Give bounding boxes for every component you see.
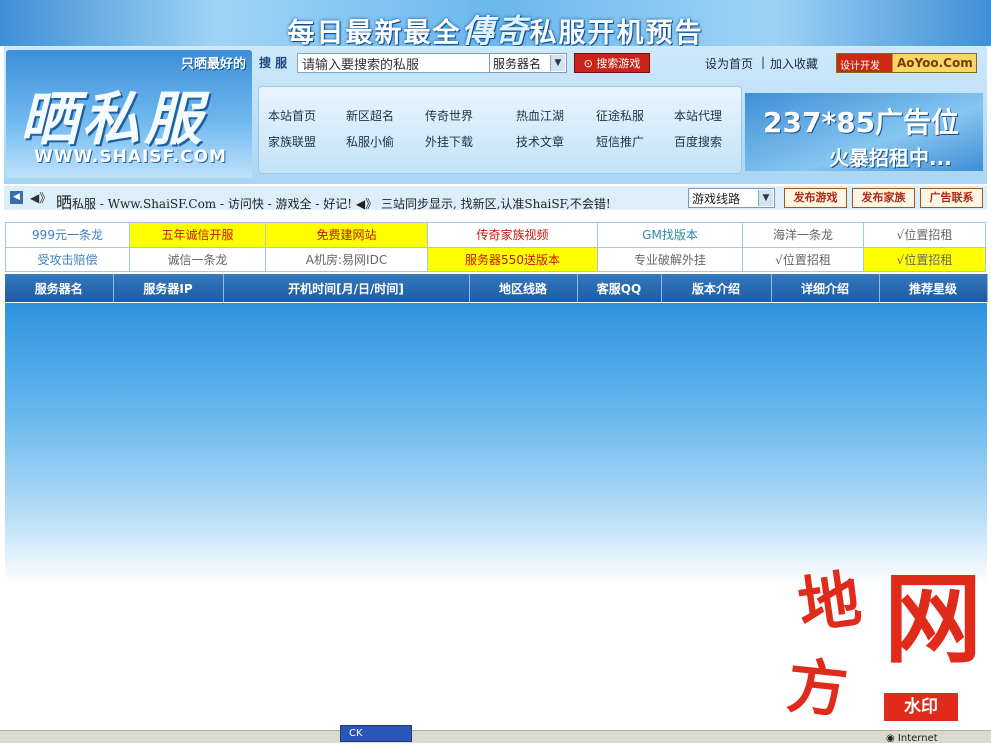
ticker-text: 晒私服 - Www.ShaiSF.Com - 访问快 - 游戏全 - 好记! ◀… xyxy=(56,193,611,212)
add-favorite-link[interactable]: 加入收藏 xyxy=(770,55,818,72)
nav-item[interactable]: 本站代理 xyxy=(674,107,722,124)
text-ad-link[interactable]: √位置招租 xyxy=(863,222,986,248)
taskbar xyxy=(0,730,991,743)
route-select[interactable]: 游戏线路 ▼ xyxy=(688,188,775,208)
top-banner: 每日最新最全傳奇私服开机预告 xyxy=(0,0,991,50)
search-button[interactable]: ⊙ 搜索游戏 xyxy=(574,53,650,73)
text-ad-link[interactable]: 专业破解外挂 xyxy=(597,246,743,272)
watermark-char: 方 xyxy=(783,651,851,727)
text-ad-link[interactable]: 免费建网站 xyxy=(265,222,428,248)
text-ad-link[interactable]: √位置招租 xyxy=(863,246,986,272)
text-ad-link[interactable]: 受攻击赔偿 xyxy=(5,246,130,272)
text-ads-grid: 999元一条龙 五年诚信开服 免费建网站 传奇家族视频 GM找版本 海洋一条龙 … xyxy=(5,222,986,272)
speaker-icon: ◀ xyxy=(10,191,23,204)
logo-name: 晒私服 xyxy=(20,85,207,153)
search-type-select[interactable]: 服务器名 ▼ xyxy=(489,53,567,73)
column-header-details: 详细介绍 xyxy=(771,274,880,302)
ad-slot-status: 火暴招租中... xyxy=(829,146,952,170)
text-ad-link[interactable]: A机房:易网IDC xyxy=(265,246,428,272)
nav-item[interactable]: 热血江湖 xyxy=(516,107,564,124)
link-separator: | xyxy=(761,55,766,69)
ad-slot-size: 237*85广告位 xyxy=(763,106,960,139)
column-header-ip: 服务器IP xyxy=(113,274,224,302)
text-ad-link[interactable]: 诚信一条龙 xyxy=(129,246,266,272)
column-header-region: 地区线路 xyxy=(469,274,578,302)
watermark-badge: 水印 xyxy=(884,693,958,721)
chevron-down-icon: ▼ xyxy=(550,55,565,71)
sound-icon: ◀》 xyxy=(30,191,52,205)
table-row: 受攻击赔偿 诚信一条龙 A机房:易网IDC 服务器550送版本 专业破解外挂 √… xyxy=(5,246,986,272)
nav-item[interactable]: 传奇世界 xyxy=(425,107,473,124)
text-ad-link[interactable]: √位置招租 xyxy=(742,246,864,272)
publish-family-button[interactable]: 发布家族 xyxy=(852,188,915,208)
nav-item[interactable]: 外挂下载 xyxy=(425,133,473,150)
main-nav: 本站首页 新区超名 传奇世界 热血江湖 征途私服 本站代理 家族联盟 私服小偷 … xyxy=(258,86,742,174)
watermark-char: 网 xyxy=(884,562,983,677)
text-ad-link[interactable]: 海洋一条龙 xyxy=(742,222,864,248)
ticker-bar: ◀ ◀》 晒私服 - Www.ShaiSF.Com - 访问快 - 游戏全 - … xyxy=(4,186,987,212)
taskbar-button[interactable]: CK xyxy=(340,725,412,742)
text-ad-link[interactable]: 服务器550送版本 xyxy=(427,246,598,272)
text-ad-link[interactable]: 999元一条龙 xyxy=(5,222,130,248)
watermark-char: 地 xyxy=(793,561,866,643)
sound-icon: ◀》 xyxy=(355,197,378,211)
search-label: 搜 服 xyxy=(259,56,288,70)
logo-url: WWW.SHAISF.COM xyxy=(34,147,227,167)
column-header-name: 服务器名 xyxy=(5,274,114,302)
nav-item[interactable]: 短信推广 xyxy=(596,133,644,150)
ad-contact-button[interactable]: 广告联系 xyxy=(920,188,983,208)
chevron-down-icon: ▼ xyxy=(758,190,773,206)
publish-game-button[interactable]: 发布游戏 xyxy=(784,188,847,208)
search-input[interactable] xyxy=(297,53,491,73)
status-zone: ◉ Internet xyxy=(886,733,938,744)
globe-icon: ◉ xyxy=(886,733,895,744)
column-header-version: 版本介绍 xyxy=(661,274,772,302)
nav-item[interactable]: 本站首页 xyxy=(268,107,316,124)
nav-item[interactable]: 征途私服 xyxy=(596,107,644,124)
logo-slogan: 只晒最好的 xyxy=(180,57,246,72)
nav-item[interactable]: 百度搜索 xyxy=(674,133,722,150)
server-list-area xyxy=(5,303,987,585)
nav-item[interactable]: 家族联盟 xyxy=(268,133,316,150)
column-header-qq: 客服QQ xyxy=(577,274,662,302)
column-header-time: 开机时间[月/日/时间] xyxy=(223,274,470,302)
design-credit-link[interactable]: 设计开发 AoYoo.Com xyxy=(836,53,977,73)
search-icon: ⊙ xyxy=(583,57,593,70)
nav-item[interactable]: 新区超名 xyxy=(346,107,394,124)
ad-slot[interactable]: 237*85广告位 火暴招租中... xyxy=(745,93,983,171)
text-ad-link[interactable]: GM找版本 xyxy=(597,222,743,248)
search-bar: 搜 服 服务器名▼ ⊙ 搜索游戏 设为首页 | 加入收藏 设计开发 AoYoo.… xyxy=(256,50,984,78)
site-logo[interactable]: 只晒最好的 晒私服 WWW.SHAISF.COM xyxy=(6,50,252,178)
text-ad-link[interactable]: 五年诚信开服 xyxy=(129,222,266,248)
server-list-header: 服务器名 服务器IP 开机时间[月/日/时间] 地区线路 客服QQ 版本介绍 详… xyxy=(5,274,988,302)
table-row: 999元一条龙 五年诚信开服 免费建网站 传奇家族视频 GM找版本 海洋一条龙 … xyxy=(5,222,986,248)
column-header-rating: 推荐星级 xyxy=(879,274,988,302)
nav-item[interactable]: 私服小偷 xyxy=(346,133,394,150)
nav-item[interactable]: 技术文章 xyxy=(516,133,564,150)
text-ad-link[interactable]: 传奇家族视频 xyxy=(427,222,598,248)
set-home-link[interactable]: 设为首页 xyxy=(705,55,753,72)
